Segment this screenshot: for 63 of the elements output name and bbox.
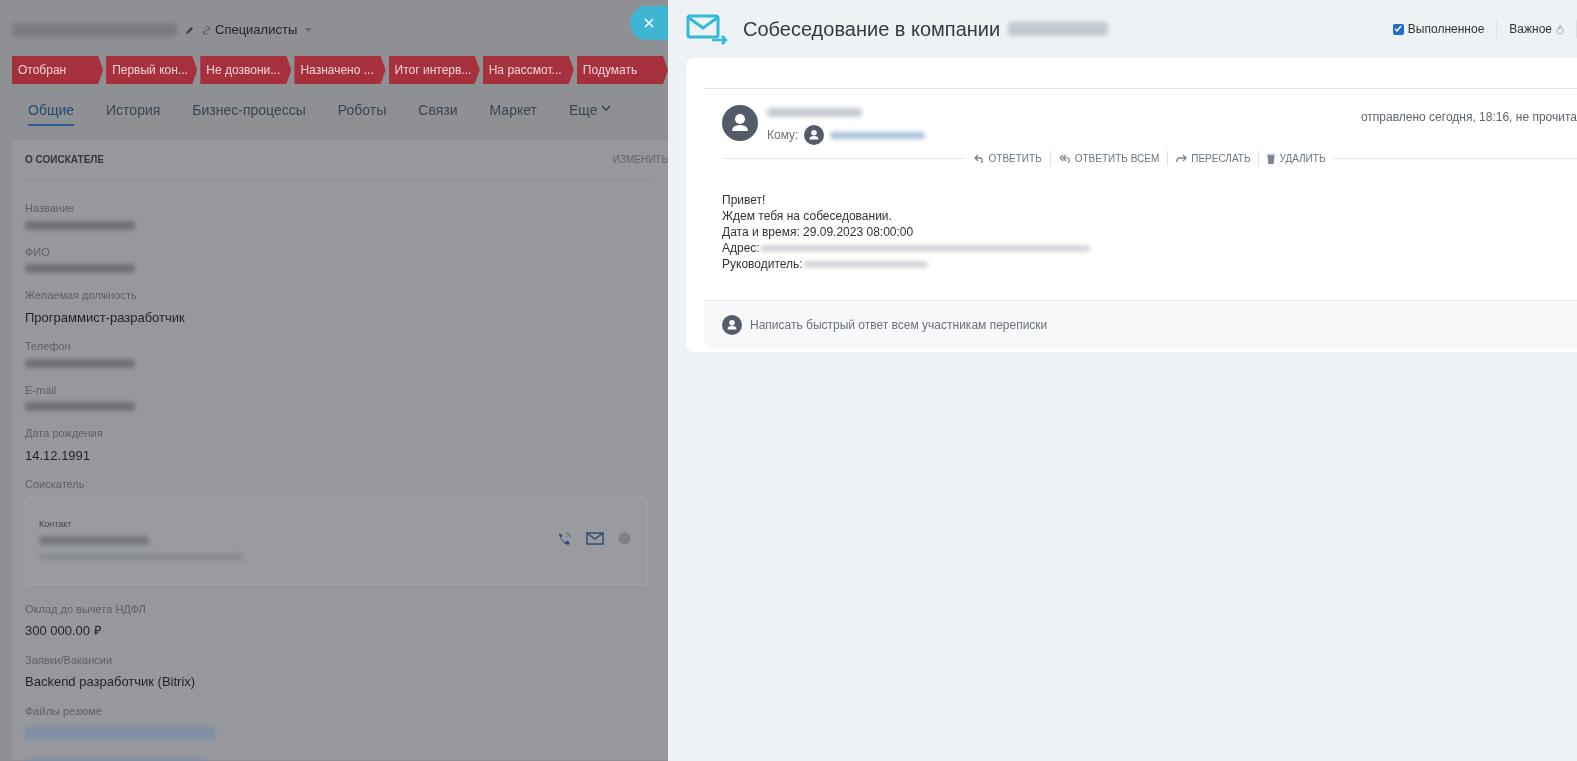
important-toggle[interactable]: Важное: [1497, 20, 1577, 38]
sent-info: отправлено сегодня, 18:16, не прочита: [1360, 109, 1577, 126]
stage-step[interactable]: Первый кон...: [106, 56, 198, 84]
reply-all-button[interactable]: ОТВЕТИТЬ ВСЕМ: [1049, 151, 1168, 166]
field-label: ФИО: [25, 244, 51, 260]
tab[interactable]: Общие: [28, 100, 75, 126]
field-value: 14.12.1991: [25, 446, 92, 465]
field-label: Заявки/Вакансии: [25, 652, 114, 668]
reply-icon: [973, 154, 985, 163]
flame-icon: [1556, 23, 1564, 35]
trash-icon: [1267, 153, 1276, 164]
pencil-icon[interactable]: [185, 25, 194, 35]
stage-step[interactable]: Отобран: [12, 56, 104, 84]
field-value: 300 000.00 ₽: [25, 622, 103, 640]
link-icon: [202, 25, 211, 35]
forward-icon: [1176, 154, 1188, 163]
stage-step[interactable]: Подумать: [576, 56, 668, 84]
tab[interactable]: Связи: [418, 100, 458, 126]
done-checkbox[interactable]: Выполненное: [1380, 20, 1498, 38]
forward-button[interactable]: ПЕРЕСЛАТЬ: [1167, 151, 1259, 166]
phone-icon[interactable]: [557, 530, 572, 546]
section-title: О СОИСКАТЕЛЕ: [25, 153, 104, 167]
category-link[interactable]: Специалисты: [202, 20, 298, 40]
stage-step[interactable]: На рассмот...: [482, 56, 574, 84]
reply-all-icon: [1058, 154, 1071, 163]
tab[interactable]: Роботы: [337, 100, 387, 126]
email-body-line: Привет!: [722, 192, 766, 209]
delete-button[interactable]: УДАЛИТЬ: [1258, 151, 1334, 166]
email-body-line: Ждем тебя на собеседовании.: [722, 208, 892, 225]
field-label: Оклад до вычета НДФЛ: [25, 601, 147, 617]
contact-label: Контакт: [39, 517, 73, 531]
to-label: Кому:: [767, 127, 799, 144]
field-value: Программист-разработчик: [25, 308, 186, 327]
field-label: E-mail: [25, 382, 58, 398]
field-label: Соискатель: [25, 477, 86, 492]
checkmark-icon: [1394, 25, 1403, 33]
reply-button[interactable]: ОТВЕТИТЬ: [965, 151, 1050, 166]
mail-icon[interactable]: [586, 531, 604, 545]
field-value: Backend разработчик (Bitrix): [25, 673, 197, 691]
avatar-icon: [722, 105, 758, 141]
stage-step[interactable]: Не дозвони...: [200, 56, 292, 84]
avatar-icon: [804, 125, 825, 145]
stage-step[interactable]: Итог интерв...: [388, 56, 480, 84]
close-icon: [644, 18, 654, 28]
close-button[interactable]: [630, 6, 668, 40]
tab[interactable]: Еще: [568, 100, 612, 126]
envelope-icon: [686, 13, 730, 45]
stage-step[interactable]: Назначено ...: [294, 56, 386, 84]
quick-reply-field[interactable]: Написать быстрый ответ всем участникам переписки: [750, 316, 1350, 334]
email-body-line: Руководитель:: [722, 256, 803, 273]
quick-reply-bar[interactable]: Написать быстрый ответ всем участникам переписки: [704, 301, 1577, 349]
avatar-icon: [722, 315, 742, 335]
field-label: Телефон: [25, 339, 72, 354]
caret-icon[interactable]: [305, 27, 313, 33]
field-label: Название: [25, 201, 76, 216]
email-body-line: Адрес:: [722, 240, 760, 257]
tab[interactable]: Маркет: [489, 100, 537, 126]
tab[interactable]: История: [106, 100, 161, 126]
field-label: Дата рождения: [25, 426, 104, 441]
email-title: Собеседование в компании: [743, 17, 1001, 42]
tab[interactable]: Бизнес-процессы: [192, 100, 306, 126]
email-body-line: Дата и время: 29.09.2023 08:00:00: [722, 224, 914, 241]
field-label: Желаемая должность: [25, 288, 138, 303]
